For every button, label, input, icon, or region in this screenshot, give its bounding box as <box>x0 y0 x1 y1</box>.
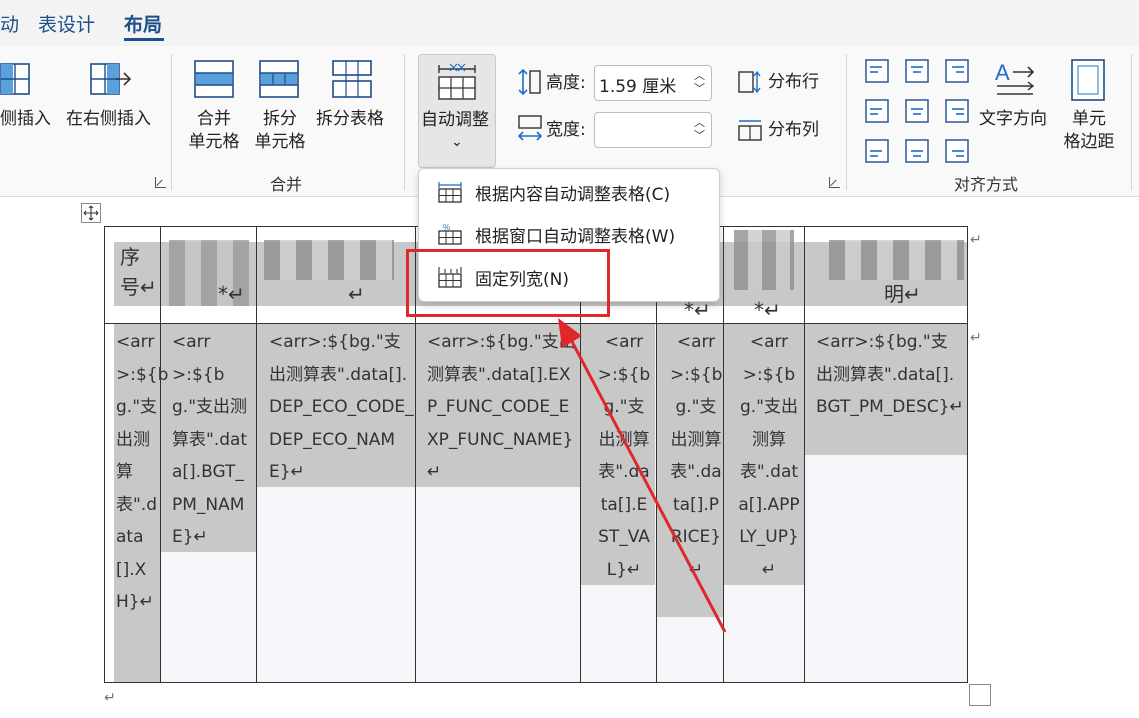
dialog-launcher-icon[interactable] <box>829 177 840 188</box>
autofit-window-icon: % <box>438 223 462 245</box>
column-width-icon <box>517 115 543 141</box>
highlight-box <box>406 249 610 317</box>
distribute-columns-icon <box>738 120 762 141</box>
row-end-mark: ↵ <box>970 330 982 346</box>
cell-margins-icon <box>1071 59 1105 101</box>
insert-left-icon <box>0 63 30 95</box>
header-cell: *↵ <box>218 282 245 306</box>
separator <box>1131 54 1132 190</box>
table-border <box>804 226 805 682</box>
header-cell: 明↵ <box>884 282 921 306</box>
tab-table-design[interactable]: 表设计 <box>38 10 95 37</box>
autofit-icon <box>438 63 476 100</box>
tab-partial[interactable]: 动 <box>0 10 19 37</box>
table-border <box>104 682 968 683</box>
merge-cells-label-2: 单元格 <box>188 132 240 152</box>
text-direction-button[interactable]: 文字方向 <box>979 108 1047 131</box>
autofit-contents-icon <box>438 182 462 203</box>
table-border <box>104 226 105 682</box>
row-end-mark: ↵ <box>970 232 982 248</box>
table-border <box>967 226 968 682</box>
split-cells-icon <box>259 60 299 98</box>
insert-left-button[interactable]: 侧插入 <box>0 108 51 131</box>
distribute-rows-icon <box>738 70 761 94</box>
table-cell[interactable]: <arr>:${bg."支出测算表".data[].BGT_PM_NAME}↵ <box>172 326 254 554</box>
width-label: 宽度: <box>546 120 586 140</box>
table-cell[interactable]: <arr>:${bg."支出测算表".data[].BGT_PM_DESC}↵ <box>816 326 964 424</box>
menu-item-label: 根据窗口自动调整表格(W) <box>475 227 676 247</box>
separator <box>171 54 172 190</box>
distribute-columns-button[interactable]: 分布列 <box>768 119 819 142</box>
svg-text:A: A <box>995 60 1010 85</box>
alignment-grid-icon[interactable] <box>864 58 970 164</box>
spin-down-icon[interactable]: ﹀ <box>694 83 705 95</box>
annotation-arrow-icon <box>558 318 727 633</box>
autofit-label: 自动调整 <box>421 110 489 130</box>
blurred-header <box>734 230 794 290</box>
split-cells-button[interactable]: 拆分 单元格 <box>252 108 308 154</box>
spin-down-icon[interactable]: ﹀ <box>694 130 705 142</box>
cell-margins-label-2: 格边距 <box>1063 132 1115 152</box>
insert-right-button[interactable]: 在右侧插入 <box>66 108 151 131</box>
distribute-rows-button[interactable]: 分布行 <box>768 71 819 94</box>
dialog-launcher-icon[interactable] <box>155 177 166 188</box>
cell-margins-label-1: 单元 <box>1072 109 1106 129</box>
split-table-button[interactable]: 拆分表格 <box>316 108 384 131</box>
height-label: 高度: <box>546 73 586 93</box>
merge-group-label: 合并 <box>270 175 303 194</box>
separator <box>404 54 405 190</box>
merge-cells-label-1: 合并 <box>197 109 231 129</box>
autofit-button[interactable]: 自动调整 ⌄ <box>418 54 496 168</box>
move-table-icon[interactable] <box>81 203 101 223</box>
blurred-header <box>264 240 394 280</box>
blurred-header <box>829 240 964 280</box>
table-resize-handle[interactable] <box>969 684 991 706</box>
separator <box>846 54 847 190</box>
header-text: 号↵ <box>120 275 157 299</box>
table-border <box>256 226 257 682</box>
header-text: 序 <box>120 245 140 269</box>
header-cell: ↵ <box>348 282 365 306</box>
menu-item-autofit-contents[interactable]: 根据内容自动调整表格(C) <box>419 171 719 211</box>
menu-item-autofit-window[interactable]: % 根据窗口自动调整表格(W) <box>419 213 719 253</box>
align-group-label: 对齐方式 <box>954 175 1019 194</box>
split-cells-label-2: 单元格 <box>254 132 306 152</box>
row-height-icon <box>518 68 541 96</box>
chevron-down-icon: ⌄ <box>451 134 463 150</box>
table-cell[interactable]: <arr>:${bg."支出测算表".data[].APPLY_UP}↵ <box>738 326 800 586</box>
split-cells-label-1: 拆分 <box>263 109 297 129</box>
text-direction-icon: A <box>995 60 1035 95</box>
header-cell: 序 号↵ <box>120 242 160 302</box>
cell-margins-button[interactable]: 单元 格边距 <box>1060 108 1118 154</box>
table-border <box>160 226 161 682</box>
split-table-icon <box>332 60 372 98</box>
merge-cells-button[interactable]: 合并 单元格 <box>186 108 242 154</box>
table-border <box>104 323 968 324</box>
menu-item-label: 根据内容自动调整表格(C) <box>475 185 671 205</box>
spin-up-icon[interactable]: ︿ <box>694 117 705 129</box>
merge-cells-icon <box>194 60 234 98</box>
height-input[interactable]: 1.59 厘米 ︿ ﹀ <box>594 65 712 101</box>
ribbon-tab-bar: 动 表设计 布局 <box>0 0 1139 46</box>
table-cell[interactable]: <arr>:${bg."支出测算表".data[].DEP_ECO_CODE_D… <box>269 326 415 489</box>
table-cell[interactable]: <arr>:${bg."支出测算表".data[].XH}↵ <box>116 326 168 619</box>
active-tab-indicator <box>124 38 164 41</box>
spin-up-icon[interactable]: ︿ <box>694 70 705 82</box>
height-value: 1.59 厘米 <box>599 77 677 97</box>
tab-layout[interactable]: 布局 <box>124 10 162 37</box>
header-cell: *↵ <box>754 298 781 322</box>
width-input[interactable]: ︿ ﹀ <box>594 112 712 148</box>
paragraph-mark: ↵ <box>104 690 116 706</box>
insert-right-icon <box>90 63 132 95</box>
